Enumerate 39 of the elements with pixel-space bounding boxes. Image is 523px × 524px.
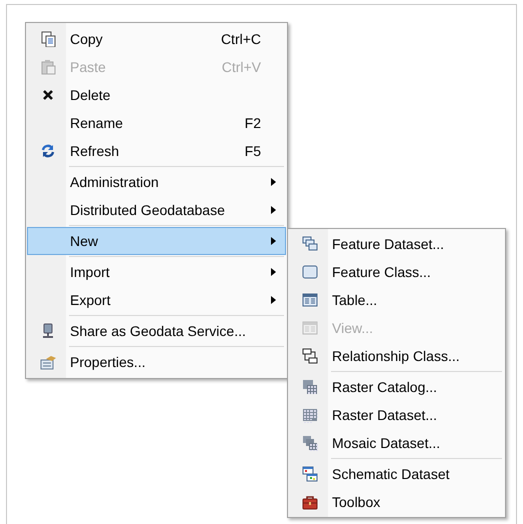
schematic-icon xyxy=(302,466,318,482)
menu-item[interactable]: Relationship Class... xyxy=(289,342,504,370)
raster-grid-icon xyxy=(302,407,318,423)
menu-item[interactable]: Refresh F5 xyxy=(27,137,286,165)
menu-item[interactable]: New xyxy=(27,227,286,255)
menu-item[interactable]: Administration xyxy=(27,168,286,196)
toolbox-icon xyxy=(302,494,318,510)
refresh-icon xyxy=(40,143,56,159)
properties-icon xyxy=(40,354,56,370)
menu-item[interactable]: Raster Catalog... xyxy=(289,373,504,401)
rounded-rectangle-icon xyxy=(302,264,318,280)
shortcut-text: Ctrl+V xyxy=(222,59,261,75)
menu-item[interactable]: Copy Ctrl+C xyxy=(27,25,286,53)
menu-item[interactable]: Share as Geodata Service... xyxy=(27,317,286,345)
menu-item[interactable]: Delete xyxy=(27,81,286,109)
menu-item[interactable]: Import xyxy=(27,258,286,286)
linked-boxes-icon xyxy=(302,348,318,364)
menu-item[interactable]: Toolbox xyxy=(289,488,504,516)
shortcut-text: F5 xyxy=(244,143,261,159)
table-icon xyxy=(302,292,318,308)
menu-item[interactable]: Feature Class... xyxy=(289,258,504,286)
paste-icon xyxy=(40,59,56,75)
menu-item[interactable]: Distributed Geodatabase xyxy=(27,196,286,224)
menu-item[interactable]: Raster Dataset... xyxy=(289,401,504,429)
menu-item[interactable]: Properties... xyxy=(27,348,286,376)
shortcut-text: Ctrl+C xyxy=(220,31,261,47)
menu-item[interactable]: Table... xyxy=(289,286,504,314)
table-icon xyxy=(302,320,318,336)
menu-item[interactable]: Rename F2 xyxy=(27,109,286,137)
raster-catalog-icon xyxy=(302,379,318,395)
stacked-squares-icon xyxy=(302,236,318,252)
copy-icon xyxy=(40,31,56,47)
menu-item[interactable]: Mosaic Dataset... xyxy=(289,429,504,457)
server-icon xyxy=(40,323,56,339)
shortcut-text: F2 xyxy=(244,115,261,131)
mosaic-icon xyxy=(302,435,318,451)
menu-item[interactable]: Feature Dataset... xyxy=(289,230,504,258)
menu-item[interactable]: Export xyxy=(27,286,286,314)
menu-item[interactable]: Schematic Dataset xyxy=(289,460,504,488)
